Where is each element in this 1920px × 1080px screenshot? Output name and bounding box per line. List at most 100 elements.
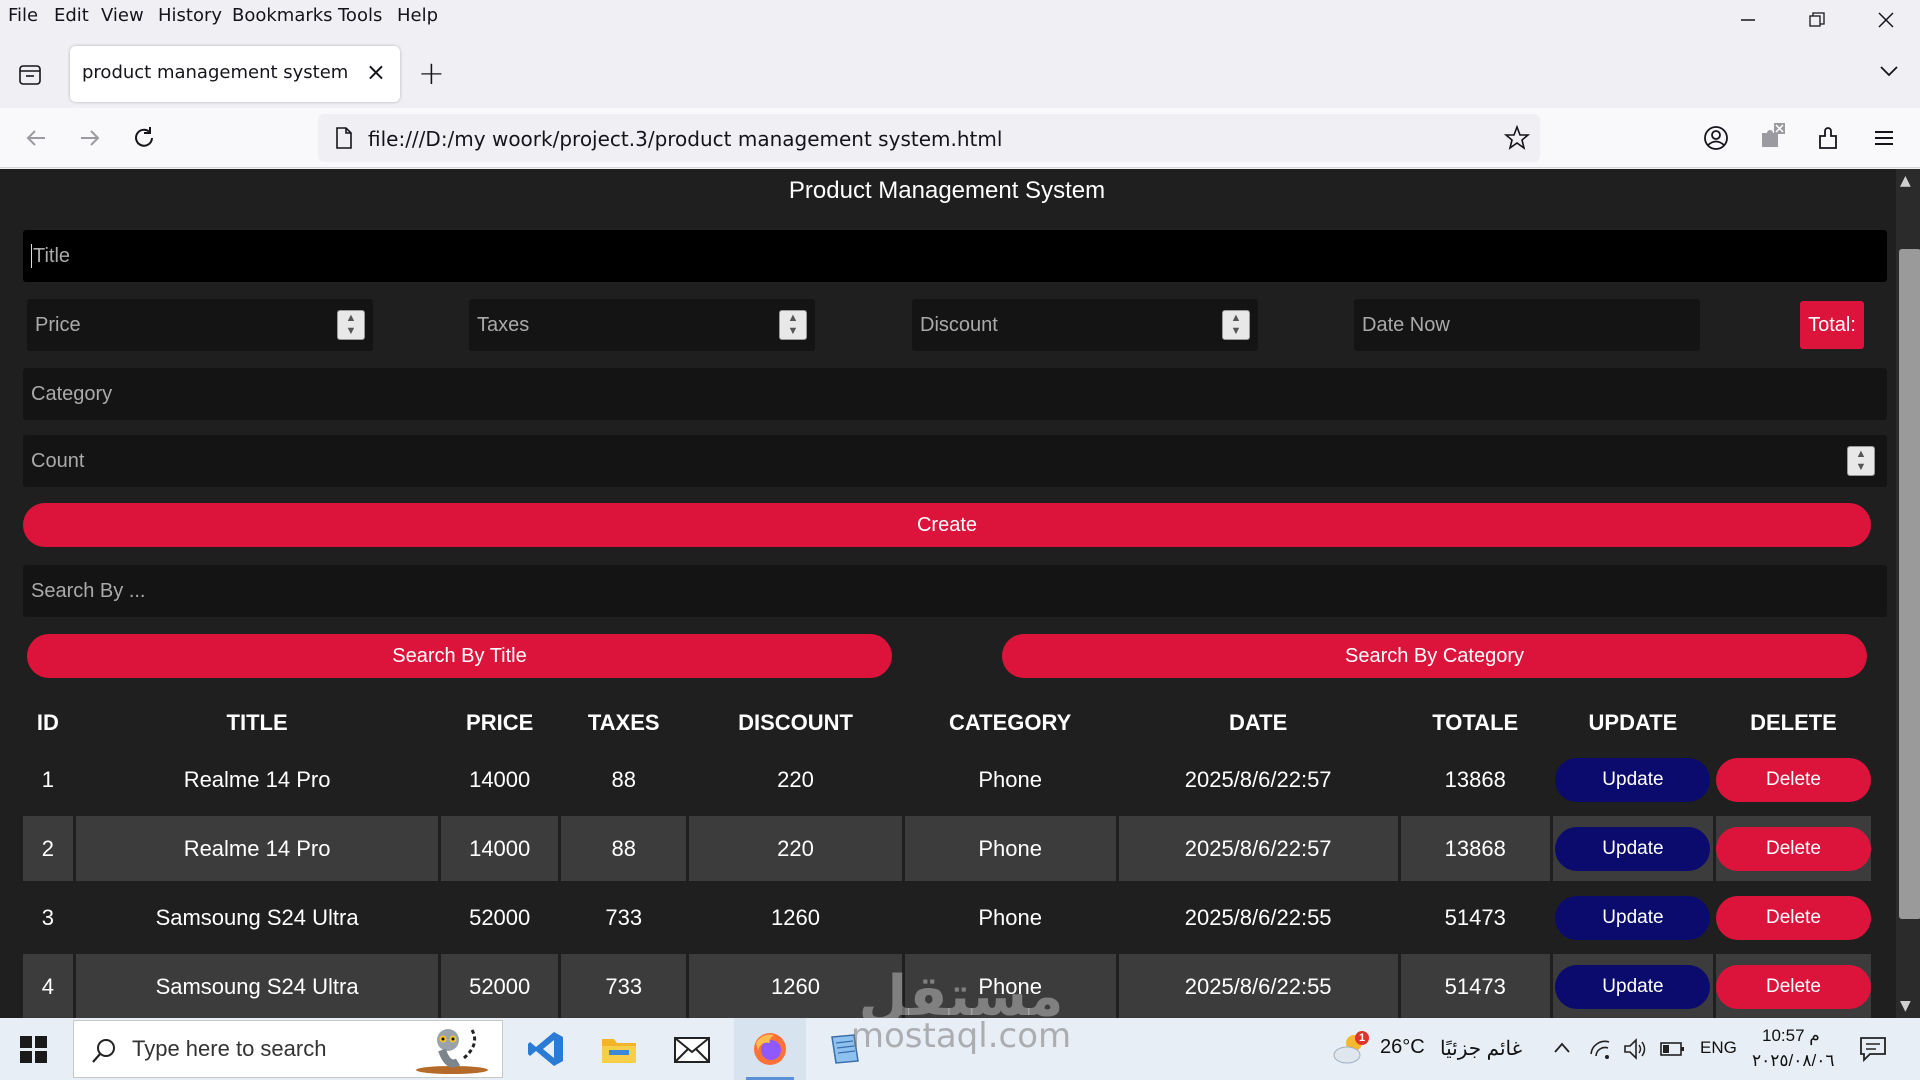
create-button[interactable]: Create bbox=[23, 503, 1871, 547]
header-delete: DELETE bbox=[1750, 710, 1837, 735]
discount-input[interactable]: Discount ▲ ▼ bbox=[912, 299, 1258, 351]
weather-description[interactable]: غائم جزئيًا bbox=[1440, 1036, 1522, 1061]
update-button[interactable]: Update bbox=[1555, 895, 1711, 940]
table-row: 1 Realme 14 Pro 14000 88 220 Phone 2025/… bbox=[23, 747, 1871, 812]
forward-icon[interactable] bbox=[74, 122, 106, 154]
vscode-icon[interactable] bbox=[510, 1018, 582, 1080]
cell-id: 3 bbox=[41, 904, 54, 930]
url-bar[interactable]: file:///D:/my woork/project.3/product ma… bbox=[318, 114, 1540, 162]
weather-notification-count: 1 bbox=[1359, 1032, 1366, 1044]
account-icon[interactable] bbox=[1700, 122, 1732, 154]
menu-file[interactable]: File bbox=[8, 5, 38, 26]
battery-icon[interactable] bbox=[1660, 1040, 1686, 1058]
update-button[interactable]: Update bbox=[1555, 757, 1711, 802]
delete-button[interactable]: Delete bbox=[1715, 964, 1871, 1009]
minimize-button[interactable] bbox=[1714, 0, 1782, 40]
menu-edit[interactable]: Edit bbox=[54, 5, 89, 26]
cell-title: Samsoung S24 Ultra bbox=[155, 904, 359, 930]
cell-total: 13868 bbox=[1444, 766, 1506, 792]
windows-start-icon[interactable] bbox=[16, 1032, 52, 1068]
delete-button[interactable]: Delete bbox=[1715, 826, 1871, 871]
header-price: PRICE bbox=[466, 710, 534, 735]
reload-icon[interactable] bbox=[128, 122, 160, 154]
cell-price: 52000 bbox=[441, 954, 558, 1018]
wifi-icon[interactable] bbox=[1588, 1038, 1612, 1060]
extension-blocked-icon[interactable] bbox=[1756, 122, 1788, 154]
new-tab-icon[interactable]: + bbox=[418, 54, 445, 92]
count-placeholder: Count bbox=[31, 449, 85, 472]
weather-temperature[interactable]: 26°C bbox=[1380, 1036, 1425, 1059]
menu-tools[interactable]: Tools bbox=[338, 5, 382, 26]
total-badge: Total: bbox=[1800, 301, 1864, 349]
taskbar-search[interactable]: Type here to search bbox=[73, 1020, 503, 1078]
cell-id: 1 bbox=[41, 766, 54, 792]
chevron-up-icon[interactable] bbox=[1552, 1040, 1572, 1056]
cell-date: 2025/8/6/22:55 bbox=[1118, 954, 1398, 1018]
delete-button[interactable]: Delete bbox=[1715, 895, 1871, 940]
scroll-down-icon[interactable]: ▼ bbox=[1900, 998, 1911, 1014]
scrollbar[interactable]: ▲ ▼ bbox=[1896, 169, 1920, 1018]
minimize-icon bbox=[1741, 19, 1755, 21]
extensions-icon[interactable] bbox=[1812, 122, 1844, 154]
update-button[interactable]: Update bbox=[1555, 964, 1711, 1009]
bookmark-star-icon[interactable] bbox=[1504, 125, 1530, 151]
back-icon[interactable] bbox=[20, 122, 52, 154]
restore-icon bbox=[1809, 12, 1825, 27]
scrollbar-thumb[interactable] bbox=[1899, 249, 1920, 919]
delete-button[interactable]: Delete bbox=[1715, 757, 1871, 802]
chevron-down-icon[interactable] bbox=[1878, 60, 1900, 82]
search-by-title-button[interactable]: Search By Title bbox=[27, 634, 892, 678]
cell-category: Phone bbox=[978, 904, 1042, 930]
cell-title: Realme 14 Pro bbox=[183, 766, 331, 792]
file-explorer-icon[interactable] bbox=[583, 1018, 655, 1080]
header-date: DATE bbox=[1229, 710, 1288, 735]
tab-close-icon[interactable]: × bbox=[366, 58, 386, 86]
tab-list-icon bbox=[19, 65, 41, 85]
menu-history[interactable]: History bbox=[158, 5, 222, 26]
header-total: TOTALE bbox=[1432, 710, 1519, 735]
search-by-category-button[interactable]: Search By Category bbox=[1002, 634, 1867, 678]
menu-bookmarks[interactable]: Bookmarks bbox=[232, 5, 333, 26]
update-button[interactable]: Update bbox=[1555, 826, 1711, 871]
taxes-input[interactable]: Taxes ▲ ▼ bbox=[469, 299, 815, 351]
firefox-icon[interactable] bbox=[734, 1018, 806, 1080]
page-viewport: Product Management System Title Price ▲ ▼… bbox=[0, 169, 1920, 1018]
date-input[interactable]: Date Now bbox=[1354, 299, 1700, 351]
header-id: ID bbox=[36, 710, 59, 735]
volume-icon[interactable] bbox=[1622, 1037, 1648, 1061]
language-indicator[interactable]: ENG bbox=[1700, 1038, 1737, 1058]
clock-time[interactable]: 10:57 م bbox=[1762, 1026, 1820, 1046]
title-input[interactable]: Title bbox=[23, 230, 1887, 282]
hamburger-menu-icon[interactable] bbox=[1868, 122, 1900, 154]
menu-view[interactable]: View bbox=[101, 5, 144, 26]
spinner-icon[interactable]: ▲ ▼ bbox=[1222, 310, 1250, 340]
restore-button[interactable] bbox=[1783, 0, 1851, 40]
price-input[interactable]: Price ▲ ▼ bbox=[27, 299, 373, 351]
clock-date[interactable]: ٢٠٢٥/٠٨/٠٦ bbox=[1752, 1051, 1835, 1071]
spinner-icon[interactable]: ▲ ▼ bbox=[1847, 446, 1875, 476]
mail-icon[interactable] bbox=[656, 1018, 728, 1080]
count-input[interactable]: Count ▲ ▼ bbox=[23, 435, 1887, 487]
close-window-button[interactable] bbox=[1852, 0, 1920, 40]
active-tab[interactable]: product management system × bbox=[70, 46, 400, 102]
category-placeholder: Category bbox=[31, 382, 113, 405]
tab-list-button[interactable] bbox=[12, 56, 48, 92]
scroll-up-icon[interactable]: ▲ bbox=[1900, 173, 1911, 189]
watermark: مستقل bbox=[846, 964, 1076, 1018]
menu-help[interactable]: Help bbox=[397, 5, 438, 26]
cell-update: Update bbox=[1552, 816, 1713, 881]
spinner-icon[interactable]: ▲ ▼ bbox=[337, 310, 365, 340]
cell-date: 2025/8/6/22:57 bbox=[1118, 816, 1398, 881]
spinner-icon[interactable]: ▲ ▼ bbox=[779, 310, 807, 340]
header-category: CATEGORY bbox=[949, 710, 1072, 735]
category-input[interactable]: Category bbox=[23, 368, 1887, 420]
taskbar-search-placeholder: Type here to search bbox=[132, 1036, 327, 1061]
table-row: 2 Realme 14 Pro 14000 88 220 Phone 2025/… bbox=[23, 816, 1871, 881]
search-input[interactable]: Search By ... bbox=[23, 565, 1887, 617]
tab-title: product management system bbox=[82, 62, 349, 83]
cell-update: Update bbox=[1552, 954, 1713, 1018]
cell-update: Update bbox=[1553, 885, 1713, 950]
table-row: 3 Samsoung S24 Ultra 52000 733 1260 Phon… bbox=[23, 885, 1871, 950]
notification-center-icon[interactable] bbox=[1858, 1034, 1888, 1064]
search-icon bbox=[92, 1039, 115, 1063]
